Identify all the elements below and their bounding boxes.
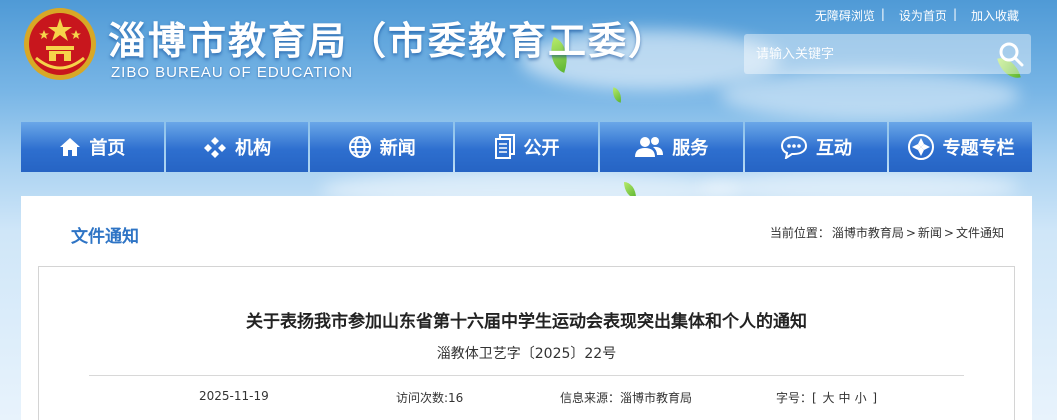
nav-label: 首页 xyxy=(89,138,126,159)
breadcrumb-link-notices[interactable]: 文件通知 xyxy=(956,226,1004,240)
leaf-decoration xyxy=(610,87,624,103)
font-size-small-button[interactable]: 小 xyxy=(855,391,867,405)
topics-icon xyxy=(907,134,934,160)
nav-item-home[interactable]: 首页 xyxy=(21,122,164,172)
search-box xyxy=(744,34,1031,74)
top-links: 无障碍浏览 | 设为首页 | 加入收藏 xyxy=(815,7,1019,24)
source-label: 信息来源： xyxy=(560,391,621,405)
nav-item-service[interactable]: 服务 xyxy=(599,122,743,172)
org-icon xyxy=(204,137,227,158)
nav-label: 新闻 xyxy=(379,138,416,159)
accessibility-link[interactable]: 无障碍浏览 xyxy=(815,7,875,24)
globe-icon xyxy=(348,136,371,158)
font-size-control: 字号：[ 大中小 ] xyxy=(776,389,877,406)
search-icon[interactable] xyxy=(991,34,1031,74)
article-source: 信息来源：淄博市教育局 xyxy=(560,389,692,406)
chat-icon xyxy=(780,135,807,159)
views-label: 访问次数: xyxy=(396,391,449,405)
cloud-decoration xyxy=(720,70,1020,120)
main-nav: 首页 机构 新闻 公开 服务 互动 专题专栏 xyxy=(21,122,1033,172)
breadcrumb-prefix: 当前位置： xyxy=(769,226,830,240)
views-count: 16 xyxy=(448,391,464,405)
bracket-close: ] xyxy=(872,391,878,405)
nav-item-interact[interactable]: 互动 xyxy=(744,122,888,172)
content-panel: 文件通知 当前位置： 淄博市教育局 > 新闻 > 文件通知 关于表扬我市参加山东省第十六届… xyxy=(21,196,1032,420)
breadcrumb-link-news[interactable]: 新闻 xyxy=(918,226,942,240)
document-icon xyxy=(494,134,515,159)
breadcrumb: 当前位置： 淄博市教育局 > 新闻 > 文件通知 xyxy=(770,224,1006,241)
site-subtitle: ZIBO BUREAU OF EDUCATION xyxy=(111,64,354,81)
nav-item-org[interactable]: 机构 xyxy=(165,122,309,172)
link-separator: | xyxy=(952,7,957,21)
search-input[interactable] xyxy=(744,46,991,62)
nav-item-topics[interactable]: 专题专栏 xyxy=(889,122,1033,172)
article: 关于表扬我市参加山东省第十六届中学生运动会表现突出集体和个人的通知 淄教体卫艺字… xyxy=(38,266,1015,420)
add-favorite-link[interactable]: 加入收藏 xyxy=(971,7,1019,24)
article-views: 访问次数:16 xyxy=(396,389,463,406)
set-homepage-link[interactable]: 设为首页 xyxy=(899,7,947,24)
nav-item-public[interactable]: 公开 xyxy=(455,122,598,172)
breadcrumb-separator: > xyxy=(905,226,916,240)
nav-label: 专题专栏 xyxy=(942,138,1015,159)
link-separator: | xyxy=(880,7,885,21)
nav-label: 服务 xyxy=(672,138,709,159)
breadcrumb-separator: > xyxy=(943,226,954,240)
section-title: 文件通知 xyxy=(71,227,139,247)
national-emblem-icon xyxy=(24,8,96,80)
font-size-large-button[interactable]: 大 xyxy=(823,391,835,405)
users-icon xyxy=(635,137,664,157)
home-icon xyxy=(60,138,81,156)
divider xyxy=(89,375,964,376)
breadcrumb-link-home[interactable]: 淄博市教育局 xyxy=(832,226,904,240)
article-doc-number: 淄教体卫艺字〔2025〕22号 xyxy=(436,346,617,362)
font-size-medium-button[interactable]: 中 xyxy=(839,391,851,405)
article-title: 关于表扬我市参加山东省第十六届中学生运动会表现突出集体和个人的通知 xyxy=(246,312,807,332)
font-size-label: 字号： xyxy=(776,391,813,405)
nav-label: 机构 xyxy=(235,138,272,159)
nav-label: 互动 xyxy=(815,138,852,159)
source-value: 淄博市教育局 xyxy=(620,391,693,405)
bracket-open: [ xyxy=(812,391,817,405)
site-title: 淄博市教育局（市委教育工委） xyxy=(108,18,669,63)
nav-item-news[interactable]: 新闻 xyxy=(310,122,454,172)
article-date: 2025-11-19 xyxy=(199,389,269,403)
nav-label: 公开 xyxy=(523,138,560,159)
